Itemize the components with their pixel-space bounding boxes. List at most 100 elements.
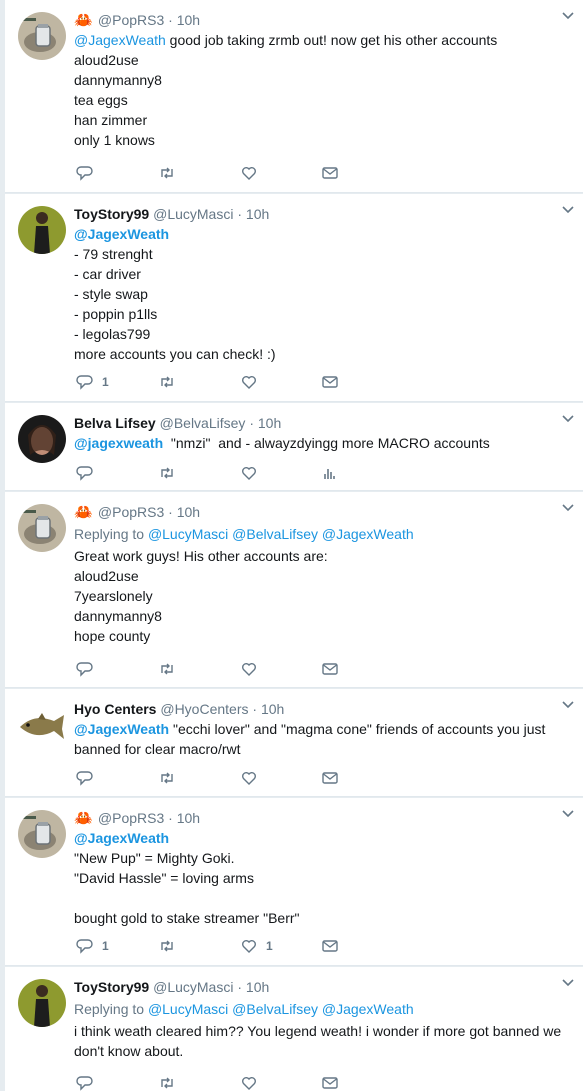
- retweet-button[interactable]: [158, 1073, 184, 1091]
- message-button[interactable]: [321, 659, 339, 679]
- avatar[interactable]: [18, 701, 66, 749]
- retweet-button[interactable]: [158, 163, 184, 183]
- tweet-text-line: @JagexWeath: [74, 828, 563, 848]
- envelope-icon: [322, 376, 338, 388]
- chevron-down-icon[interactable]: [561, 975, 575, 989]
- heart-icon: [242, 663, 256, 676]
- tweet[interactable]: 🦀 @PopRS3 · 10h @JagexWeath good job tak…: [5, 0, 583, 193]
- tweet-text-line: [74, 888, 563, 908]
- envelope-icon: [322, 663, 338, 675]
- envelope-icon: [322, 1077, 338, 1089]
- like-button[interactable]: [240, 463, 266, 483]
- like-button[interactable]: [240, 1073, 266, 1091]
- retweet-button[interactable]: [158, 463, 184, 483]
- timestamp[interactable]: 10h: [177, 12, 200, 28]
- display-name[interactable]: ToyStory99: [74, 979, 149, 995]
- crab-emoji: 🦀: [74, 12, 93, 29]
- timestamp[interactable]: 10h: [258, 415, 281, 431]
- timestamp[interactable]: 10h: [177, 810, 200, 826]
- avatar[interactable]: [18, 415, 66, 463]
- mention-link[interactable]: @JagexWeath: [74, 830, 169, 846]
- message-button[interactable]: [321, 768, 339, 788]
- avatar[interactable]: [18, 979, 66, 1027]
- message-button[interactable]: [321, 1073, 339, 1091]
- reply-button[interactable]: [76, 463, 102, 483]
- fish-icon: [18, 701, 66, 749]
- timestamp[interactable]: 10h: [177, 504, 200, 520]
- tweet[interactable]: Belva Lifsey @BelvaLifsey · 10h @jagexwe…: [5, 403, 583, 491]
- retweet-icon: [161, 1077, 173, 1089]
- tweet-text-line: @JagexWeath "ecchi lover" and "magma con…: [74, 721, 546, 737]
- handle[interactable]: @HyoCenters: [160, 701, 248, 717]
- tweet-body: Belva Lifsey @BelvaLifsey · 10h @jagexwe…: [74, 413, 563, 453]
- avatar[interactable]: [18, 12, 66, 60]
- avatar[interactable]: [18, 810, 66, 858]
- replying-to: Replying to @LucyMasci @BelvaLifsey @Jag…: [74, 526, 414, 542]
- chevron-down-icon[interactable]: [561, 806, 575, 820]
- reply-mentions[interactable]: @LucyMasci @BelvaLifsey @JagexWeath: [148, 526, 414, 542]
- tweet[interactable]: 🦀 @PopRS3 · 10h @JagexWeath "New Pup" = …: [5, 798, 583, 966]
- retweet-button[interactable]: [158, 659, 184, 679]
- reply-button[interactable]: [76, 163, 102, 183]
- heart-icon: [242, 167, 256, 180]
- handle[interactable]: @LucyMasci: [153, 979, 233, 995]
- chevron-down-icon[interactable]: [561, 500, 575, 514]
- jar-icon: [18, 12, 66, 60]
- mention-link[interactable]: @JagexWeath: [74, 721, 169, 737]
- reply-button[interactable]: [76, 1073, 102, 1091]
- action-bar: 1: [76, 372, 376, 392]
- reply-button[interactable]: 1: [76, 372, 109, 392]
- handle[interactable]: @BelvaLifsey: [160, 415, 246, 431]
- handle[interactable]: @PopRS3: [98, 12, 164, 28]
- mention-link[interactable]: @JagexWeath: [74, 226, 169, 242]
- timestamp[interactable]: 10h: [246, 979, 269, 995]
- chevron-down-icon[interactable]: [561, 202, 575, 216]
- handle[interactable]: @PopRS3: [98, 504, 164, 520]
- message-button[interactable]: [321, 372, 339, 392]
- tweet[interactable]: Hyo Centers @HyoCenters · 10h @JagexWeat…: [5, 689, 583, 797]
- action-bar: [76, 163, 376, 183]
- timestamp[interactable]: 10h: [261, 701, 284, 717]
- chevron-down-icon[interactable]: [561, 697, 575, 711]
- display-name[interactable]: ToyStory99: [74, 206, 149, 222]
- retweet-button[interactable]: [158, 936, 184, 956]
- like-button[interactable]: [240, 659, 266, 679]
- like-button[interactable]: [240, 768, 266, 788]
- reply-mentions[interactable]: @LucyMasci @BelvaLifsey @JagexWeath: [148, 1001, 414, 1017]
- message-button[interactable]: [321, 936, 339, 956]
- tweet-text-line: @JagexWeath: [74, 224, 563, 244]
- chevron-down-icon[interactable]: [561, 8, 575, 22]
- retweet-button[interactable]: [158, 372, 184, 392]
- display-name[interactable]: Belva Lifsey: [74, 415, 156, 431]
- reply-count: 1: [102, 939, 109, 953]
- tweet-header: ToyStory99 @LucyMasci · 10h: [74, 204, 563, 224]
- like-button[interactable]: [240, 372, 266, 392]
- like-button[interactable]: [240, 163, 266, 183]
- mention-link[interactable]: @jagexweath: [74, 435, 163, 451]
- tweet-text-line: banned for clear macro/rwt: [74, 741, 241, 757]
- handle[interactable]: @PopRS3: [98, 810, 164, 826]
- analytics-button[interactable]: [321, 463, 339, 483]
- tweet-header: 🦀 @PopRS3 · 10h: [74, 10, 563, 30]
- action-bar: [76, 768, 376, 788]
- handle[interactable]: @LucyMasci: [153, 206, 233, 222]
- tweet[interactable]: 🦀 @PopRS3 · 10h Replying to @LucyMasci @…: [5, 492, 583, 688]
- message-button[interactable]: [321, 163, 339, 183]
- like-button[interactable]: 1: [240, 936, 273, 956]
- jar-icon: [18, 504, 66, 552]
- mention-link[interactable]: @JagexWeath: [74, 32, 166, 48]
- tweet[interactable]: ToyStory99 @LucyMasci · 10h Replying to …: [5, 967, 583, 1091]
- reply-button[interactable]: [76, 768, 102, 788]
- like-count: 1: [266, 939, 273, 953]
- reply-button[interactable]: 1: [76, 936, 109, 956]
- chevron-down-icon[interactable]: [561, 411, 575, 425]
- avatar[interactable]: [18, 504, 66, 552]
- replying-to: Replying to @LucyMasci @BelvaLifsey @Jag…: [74, 1001, 414, 1017]
- tweet[interactable]: ToyStory99 @LucyMasci · 10h @JagexWeath …: [5, 194, 583, 402]
- display-name[interactable]: Hyo Centers: [74, 701, 156, 717]
- retweet-button[interactable]: [158, 768, 184, 788]
- avatar[interactable]: [18, 206, 66, 254]
- tweet-text-line: don't know about.: [74, 1043, 184, 1059]
- reply-button[interactable]: [76, 659, 102, 679]
- timestamp[interactable]: 10h: [246, 206, 269, 222]
